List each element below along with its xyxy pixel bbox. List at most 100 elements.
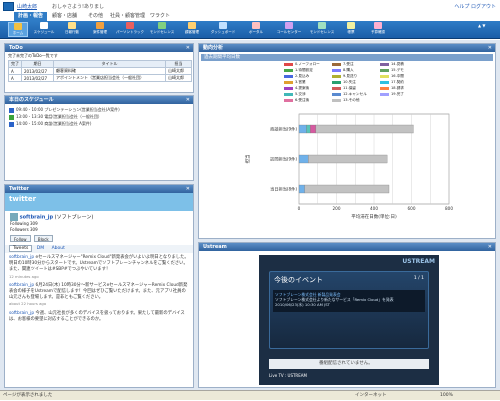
toolbar-schedule[interactable]: スケジュール	[32, 22, 56, 37]
legend-item: 1.待間設定	[284, 68, 313, 73]
toolbar-home[interactable]: ホーム	[8, 22, 28, 37]
list-item[interactable]: 09:40 - 10:00 プレゼンテーション(営業担当会社(A案件)	[5, 106, 193, 113]
briefcase-icon	[96, 22, 104, 29]
tab-tweets[interactable]: Tweets	[9, 245, 33, 252]
todo-date: 2013/02/27	[21, 67, 54, 75]
follow-button[interactable]: Follow	[10, 235, 31, 242]
twitter-tabs: Tweets DM About	[5, 245, 193, 253]
top-header: 山崎太郎 おしゃさよう!ありまし ヘルプ ログアウト 計画・報告 顧客・店舗 そ…	[0, 0, 500, 22]
toolbar-person-track[interactable]: パーソントラック	[116, 22, 144, 37]
legend-label: 11.保留	[343, 86, 356, 90]
legend-item: 12.キャンセル	[332, 92, 367, 97]
toolbar-daily-report[interactable]: 日報行動	[60, 22, 84, 37]
help-logout-links[interactable]: ヘルプ ログアウト	[454, 3, 496, 10]
legend-swatch	[380, 68, 389, 72]
todo-check[interactable]: A	[8, 74, 22, 82]
legend-swatch	[284, 86, 293, 90]
list-item[interactable]: 14:00 - 15:00 商談(営業担当会社 A案件)	[5, 120, 193, 127]
status-bar: ページが表示されました インターネット 100%	[0, 390, 500, 400]
ustream-player[interactable]: USTREAM 今後のイベント 1 / 1 ソフトブレーン株式会社 新製品発表会…	[259, 255, 439, 385]
legend-item: 0.ノーフォロー	[284, 62, 320, 67]
bar-segment	[315, 124, 414, 134]
block-button[interactable]: Block	[33, 235, 53, 242]
legend-label: 6.受注後	[295, 98, 310, 102]
legend-swatch	[380, 86, 389, 90]
close-icon[interactable]: ✕	[186, 96, 190, 104]
todo-table: 完了 期日 タイトル 担当 A 2013/02/27 顧客資料確 山崎太郎 A …	[8, 60, 192, 82]
list-item[interactable]: 13:00 - 13:30 電話(営業担当会社（一般社団）	[5, 113, 193, 120]
legend-label: 18.請求	[391, 86, 404, 90]
tweet-user-link[interactable]: softbrain_jp	[9, 283, 34, 288]
legend-label: 15.デモ	[391, 68, 404, 72]
legend-swatch	[284, 80, 293, 84]
toolbar-budget[interactable]: 予算確認	[366, 22, 390, 37]
legend-label: 14.見積	[391, 62, 404, 66]
menu-cloud[interactable]: ワラクト	[146, 12, 174, 21]
legend-item: 19.完了	[380, 92, 404, 97]
toolbar-deals[interactable]: 案件管理	[88, 22, 112, 37]
analysis-panel: 動向分析 ✕ 過去期間平均日数 0.ノーフォロー 1.待間設定 2.見込み 3.営業 4.…	[198, 43, 496, 239]
todo-title[interactable]: アポイントメント（営業店担当会社（一般社団）	[53, 74, 166, 82]
tab-dm[interactable]: DM	[34, 246, 47, 251]
menu-other[interactable]: その他	[84, 12, 107, 21]
event-date: 2010/06/23(水) 10:30 AM JST	[275, 302, 330, 307]
bar-segment	[298, 124, 307, 134]
toolbar: ホーム スケジュール 日報行動 案件管理 パーソントラック モンドセレンス 顧客…	[0, 21, 500, 39]
schedule-header: 本日のスケジュール ✕	[5, 96, 193, 104]
toolbar-intelligence-2[interactable]: モンドセレンス	[308, 22, 336, 37]
todo-owner: 山崎太郎	[165, 67, 192, 75]
menu-customer[interactable]: 顧客・店舗	[48, 12, 81, 21]
event-pager[interactable]: 1 / 1	[414, 276, 424, 281]
bar-segment	[310, 124, 317, 134]
legend-item: 8.購入	[332, 68, 354, 73]
form-icon	[347, 22, 355, 29]
tweet-user-link[interactable]: softbrain_jp	[9, 255, 34, 260]
legend-swatch	[380, 92, 389, 96]
tweet-user-link[interactable]: softbrain_jp	[9, 311, 34, 316]
close-icon[interactable]: ✕	[488, 44, 492, 52]
legend-item: 10.失注	[332, 80, 356, 85]
toolbar-forms[interactable]: 帳票	[340, 22, 362, 37]
todo-panel: ToDo ✕ 完了未完了のToDo一覧です 完了 期日 タイトル 担当 A 201…	[4, 43, 194, 93]
todo-header: ToDo ✕	[5, 44, 193, 52]
col-title: タイトル	[53, 60, 166, 68]
legend-label: 17.契約	[391, 80, 404, 84]
legend-label: 7.受注	[343, 62, 354, 66]
tab-about[interactable]: About	[49, 246, 68, 251]
toolbar-dashboard[interactable]: ダッシュボード	[208, 22, 238, 37]
legend-label: 5.交渉	[295, 92, 306, 96]
report-icon	[68, 22, 76, 29]
menu-staff-customer[interactable]: 社員・顧客管理	[106, 12, 149, 21]
toolbar-controls[interactable]: ▲ ▼	[478, 23, 498, 37]
live-text: Live TV : USTREAM	[269, 373, 307, 378]
legend-item: 6.受注後	[284, 98, 309, 103]
legend-item: 5.交渉	[284, 92, 306, 97]
todo-title[interactable]: 顧客資料確	[53, 67, 166, 75]
todo-check[interactable]: A	[8, 67, 22, 75]
menu-plan-report[interactable]: 計画・報告	[14, 12, 48, 21]
budget-icon	[374, 22, 382, 29]
toolbar-call-center[interactable]: コールセンター	[274, 22, 304, 37]
legend-swatch	[332, 80, 341, 84]
twitter-actions: Follow Block	[5, 235, 193, 243]
user-name-link[interactable]: 山崎太郎	[17, 3, 37, 10]
close-icon[interactable]: ✕	[488, 243, 492, 251]
tweet-item: softbrain_jp 今週、山元社長が多くのデバイスを扱っております。果たし…	[9, 310, 185, 322]
legend-item: 14.見積	[380, 62, 404, 67]
close-icon[interactable]: ✕	[186, 44, 190, 52]
table-row[interactable]: A 2013/02/27 アポイントメント（営業店担当会社（一般社団） 山崎太郎	[8, 74, 192, 82]
dashboard-icon	[219, 22, 227, 29]
toolbar-intelligence[interactable]: モンドセレンス	[148, 22, 176, 37]
toolbar-portal[interactable]: ポータル	[242, 22, 270, 37]
legend-item: 2.見込み	[284, 74, 309, 79]
legend-item: 11.保留	[332, 86, 356, 91]
event-color-icon	[9, 107, 14, 113]
close-icon[interactable]: ✕	[186, 185, 190, 193]
legend-swatch	[284, 62, 293, 66]
table-row[interactable]: A 2013/02/27 顧客資料確 山崎太郎	[8, 67, 192, 75]
tweet-item: softbrain_jp eセールスマネージャー"Remix Cloud"新発表…	[9, 255, 189, 279]
legend-label: 16.中間	[391, 74, 404, 78]
twitter-handle[interactable]: softbrain_jp	[20, 215, 53, 221]
bar-segment	[298, 184, 305, 194]
toolbar-customer-mgmt[interactable]: 顧客管理	[180, 22, 204, 37]
